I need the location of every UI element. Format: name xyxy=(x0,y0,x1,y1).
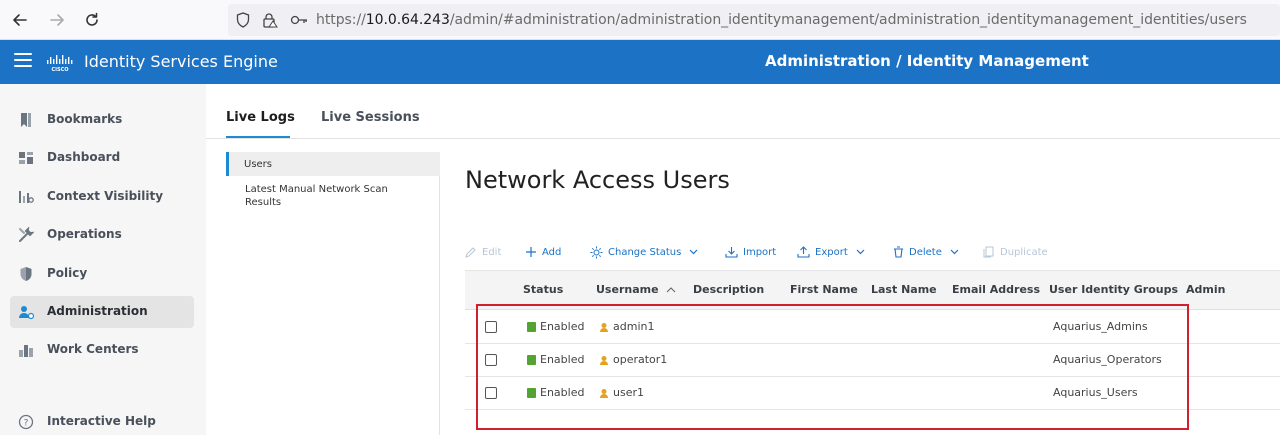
cisco-logo: CISCO xyxy=(47,55,73,72)
column-header-label: Username xyxy=(596,283,659,296)
menu-icon[interactable] xyxy=(14,53,32,71)
sidebar-item-label: Interactive Help xyxy=(47,414,156,428)
product-name: Identity Services Engine xyxy=(84,52,278,71)
address-bar[interactable]: https://10.0.64.243/admin/#administratio… xyxy=(228,4,1280,36)
sidebar-item-bookmarks[interactable]: Bookmarks xyxy=(10,104,194,136)
import-icon xyxy=(725,247,738,258)
sidebar-item-dashboard[interactable]: Dashboard xyxy=(10,142,194,174)
forward-arrow-icon xyxy=(50,14,64,26)
sub-navigation: Users Latest Manual Network Scan Results xyxy=(226,152,440,435)
svg-text:?: ? xyxy=(24,419,29,429)
column-header-username[interactable]: Username xyxy=(596,283,676,296)
change-status-label: Change Status xyxy=(608,246,682,258)
plus-icon xyxy=(526,247,536,257)
change-status-button[interactable]: Change Status xyxy=(590,242,703,262)
sidebar-item-operations[interactable]: Operations xyxy=(10,219,194,251)
highlight-annotation-box xyxy=(476,304,1189,430)
subnav-item-network-scan-results[interactable]: Latest Manual Network Scan Results xyxy=(226,183,396,209)
add-label: Add xyxy=(542,246,562,258)
subnav-item-users[interactable]: Users xyxy=(226,152,440,176)
admin-user-icon xyxy=(19,306,34,320)
sidebar-item-label: Bookmarks xyxy=(47,112,123,126)
bookmark-icon xyxy=(21,113,31,127)
change-status-icon xyxy=(590,246,603,258)
tabs-divider xyxy=(206,138,1280,139)
tab-live-logs[interactable]: Live Logs xyxy=(226,110,295,125)
app-header: CISCO Identity Services Engine Administr… xyxy=(0,40,1280,84)
duplicate-icon xyxy=(983,246,994,258)
trash-icon xyxy=(894,246,903,258)
add-button[interactable]: Add xyxy=(525,242,561,262)
column-header-admin[interactable]: Admin xyxy=(1186,283,1225,296)
delete-button[interactable]: Delete xyxy=(893,242,964,262)
import-button[interactable]: Import xyxy=(725,242,776,262)
sidebar-item-interactive-help[interactable]: ? Interactive Help xyxy=(10,406,194,435)
column-header-status[interactable]: Status xyxy=(523,283,563,296)
delete-label: Delete xyxy=(909,246,942,258)
import-label: Import xyxy=(743,246,777,258)
chevron-down-icon xyxy=(950,249,959,255)
lock-warning-icon xyxy=(263,13,278,28)
sidebar-item-label: Operations xyxy=(47,227,122,241)
page-header-title: Administration / Identity Management xyxy=(765,52,1089,70)
svg-text:CISCO: CISCO xyxy=(51,67,68,72)
sidebar-item-label: Policy xyxy=(47,266,88,280)
url-text: https://10.0.64.243/admin/#administratio… xyxy=(316,12,1247,28)
page-title: Network Access Users xyxy=(465,166,730,194)
sidebar-item-label: Dashboard xyxy=(47,150,121,164)
sidebar-item-label: Context Visibility xyxy=(47,189,164,203)
chevron-down-icon xyxy=(689,249,698,255)
shield-icon xyxy=(20,267,32,281)
left-navigation: Bookmarks Dashboard Context Visibility O… xyxy=(0,84,206,435)
export-label: Export xyxy=(815,246,848,258)
browser-toolbar: https://10.0.64.243/admin/#administratio… xyxy=(0,0,1280,40)
edit-label: Edit xyxy=(482,246,502,258)
sort-ascending-icon xyxy=(667,287,676,293)
back-arrow-icon xyxy=(13,14,27,26)
duplicate-button[interactable]: Duplicate xyxy=(983,242,1048,262)
context-visibility-icon xyxy=(19,191,34,203)
sidebar-item-work-centers[interactable]: Work Centers xyxy=(10,334,194,366)
sidebar-item-administration[interactable]: Administration xyxy=(10,296,194,328)
forward-button[interactable] xyxy=(45,8,69,32)
column-header-user-identity-groups[interactable]: User Identity Groups xyxy=(1049,283,1178,296)
dashboard-icon xyxy=(19,152,33,164)
edit-button[interactable]: Edit xyxy=(465,242,501,262)
export-icon xyxy=(797,246,810,258)
column-header-last-name[interactable]: Last Name xyxy=(871,283,937,296)
reload-button[interactable] xyxy=(80,8,104,32)
key-icon xyxy=(290,15,307,25)
reload-icon xyxy=(86,12,98,26)
sidebar-item-policy[interactable]: Policy xyxy=(10,258,194,290)
column-header-first-name[interactable]: First Name xyxy=(790,283,858,296)
duplicate-label: Duplicate xyxy=(1000,246,1048,258)
sidebar-item-label: Administration xyxy=(47,304,148,318)
tab-live-sessions[interactable]: Live Sessions xyxy=(321,110,420,125)
column-header-email[interactable]: Email Address xyxy=(952,283,1040,296)
help-icon: ? xyxy=(18,414,34,430)
shield-outline-icon xyxy=(236,12,250,28)
sidebar-item-label: Work Centers xyxy=(47,342,139,356)
chevron-down-icon xyxy=(856,249,865,255)
pencil-icon xyxy=(465,247,476,258)
work-centers-icon xyxy=(19,345,33,357)
export-button[interactable]: Export xyxy=(797,242,870,262)
wrench-icon xyxy=(19,227,34,242)
column-header-description[interactable]: Description xyxy=(693,283,764,296)
sidebar-item-context-visibility[interactable]: Context Visibility xyxy=(10,181,194,213)
back-button[interactable] xyxy=(8,8,32,32)
